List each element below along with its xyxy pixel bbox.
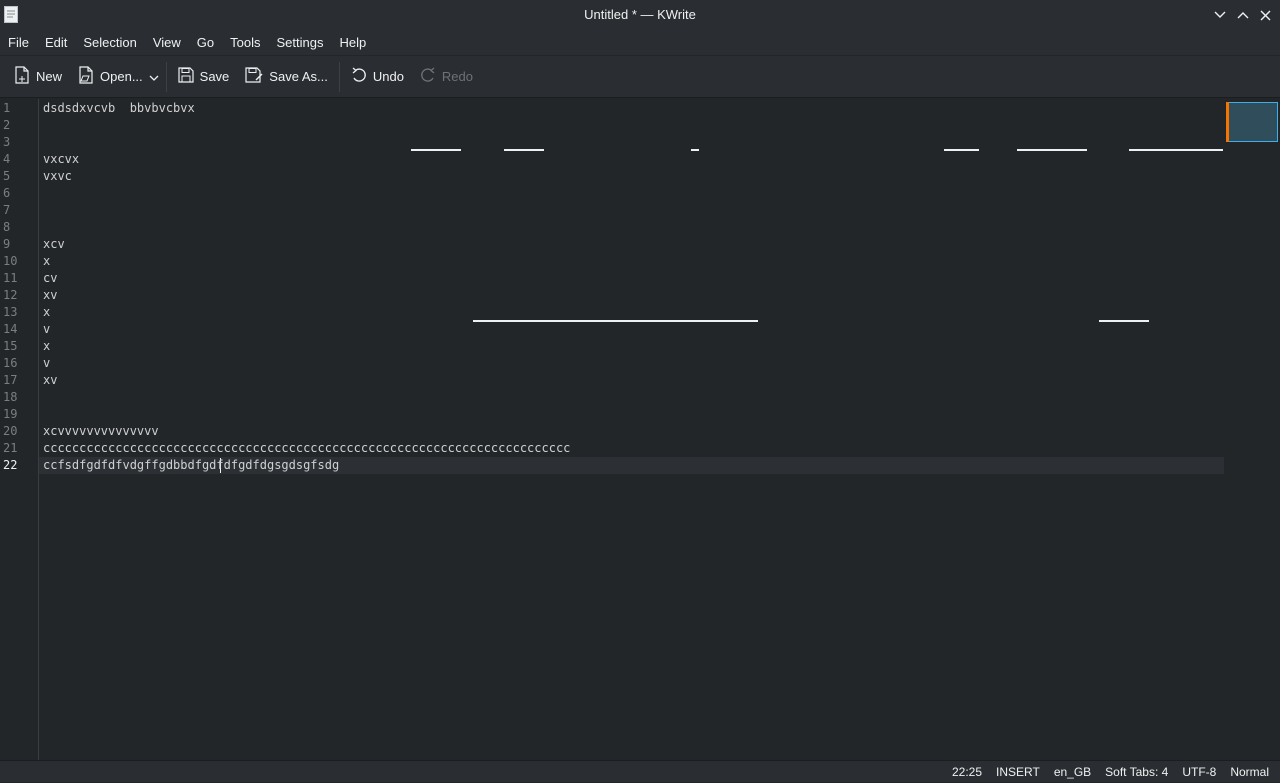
open-recent-dropdown[interactable] <box>147 62 161 92</box>
line-number[interactable]: 13 <box>0 304 33 321</box>
code-line[interactable]: xv <box>43 372 57 389</box>
menu-go[interactable]: Go <box>189 30 222 55</box>
save-button-label: Save <box>199 69 230 84</box>
undo-button-label: Undo <box>372 69 404 84</box>
render-artifact <box>1129 149 1223 151</box>
text-area[interactable]: dsdsdxvcvb bbvbvcbvx vxcvx vxvc xcv x cv xv x v x… <box>39 99 1224 760</box>
render-artifact <box>1017 149 1087 151</box>
line-number[interactable]: 8 <box>0 219 33 236</box>
undo-icon <box>351 67 367 86</box>
status-bar: 22:25 INSERT en_GB Soft Tabs: 4 UTF-8 No… <box>0 760 1280 782</box>
line-number[interactable]: 18 <box>0 389 33 406</box>
code-line[interactable]: x <box>43 253 50 270</box>
line-number[interactable]: 2 <box>0 117 33 134</box>
save-as-button[interactable]: Save As... <box>237 62 336 92</box>
minimap-modified-marker <box>1226 102 1229 142</box>
render-artifact <box>411 149 461 151</box>
code-line[interactable]: xcvvvvvvvvvvvvvv <box>43 423 159 440</box>
code-line[interactable]: cccccccccccccccccccccccccccccccccccccccc… <box>43 440 570 457</box>
line-number[interactable]: 21 <box>0 440 33 457</box>
new-button-label: New <box>36 69 63 84</box>
code-line[interactable]: cv <box>43 270 57 287</box>
code-line[interactable]: x <box>43 304 50 321</box>
line-number[interactable]: 1 <box>0 100 33 117</box>
line-number[interactable]: 5 <box>0 168 33 185</box>
line-number[interactable]: 12 <box>0 287 33 304</box>
save-button[interactable]: Save <box>170 62 238 92</box>
menu-selection[interactable]: Selection <box>75 30 144 55</box>
menu-help[interactable]: Help <box>331 30 374 55</box>
cursor-position[interactable]: 22:25 <box>945 761 989 783</box>
line-number[interactable]: 15 <box>0 338 33 355</box>
editor-view[interactable]: 1 2 3 4 5 6 7 8 9 10 11 12 13 14 15 16 17 18 19 20 21 22 dsds… <box>0 99 1280 760</box>
menu-tools[interactable]: Tools <box>222 30 268 55</box>
input-mode-indicator[interactable]: INSERT <box>989 761 1047 783</box>
main-toolbar: New Open... Save Save As... Undo Redo <box>0 56 1280 98</box>
code-line[interactable]: xcv <box>43 236 65 253</box>
line-number-gutter[interactable]: 1 2 3 4 5 6 7 8 9 10 11 12 13 14 15 16 17 18 19 20 21 22 <box>0 99 39 760</box>
line-number[interactable]: 22 <box>0 457 33 474</box>
line-number[interactable]: 11 <box>0 270 33 287</box>
code-line[interactable]: xv <box>43 287 57 304</box>
menu-settings[interactable]: Settings <box>269 30 332 55</box>
code-line[interactable]: ccfsdfgdfdfvdgffgdbbdfgdfdfgdfdgsgdsgfsd… <box>43 457 339 474</box>
redo-button-label: Redo <box>441 69 473 84</box>
line-number[interactable]: 3 <box>0 134 33 151</box>
line-number[interactable]: 14 <box>0 321 33 338</box>
open-button[interactable]: Open... <box>70 62 151 92</box>
redo-icon <box>420 67 436 86</box>
encoding-selector[interactable]: UTF-8 <box>1175 761 1223 783</box>
menu-view[interactable]: View <box>145 30 189 55</box>
toolbar-separator <box>338 61 340 92</box>
render-artifact <box>504 149 544 151</box>
open-document-icon <box>78 66 94 87</box>
save-as-button-label: Save As... <box>269 69 328 84</box>
new-document-icon <box>14 66 30 87</box>
save-as-icon <box>245 67 263 86</box>
render-artifact <box>473 320 758 322</box>
code-line[interactable]: vxvc <box>43 168 72 185</box>
window-title: Untitled * — KWrite <box>584 7 696 22</box>
undo-button[interactable]: Undo <box>343 62 412 92</box>
dictionary-language[interactable]: en_GB <box>1047 761 1098 783</box>
line-number[interactable]: 16 <box>0 355 33 372</box>
line-number[interactable]: 4 <box>0 151 33 168</box>
minimap[interactable] <box>1226 99 1280 760</box>
maximize-icon[interactable] <box>1234 7 1251 24</box>
line-number[interactable]: 20 <box>0 423 33 440</box>
line-number[interactable]: 19 <box>0 406 33 423</box>
code-line[interactable]: x <box>43 338 50 355</box>
code-line[interactable]: dsdsdxvcvb bbvbvcbvx <box>43 100 195 117</box>
render-artifact <box>1099 320 1149 322</box>
line-number[interactable]: 6 <box>0 185 33 202</box>
chevron-down-icon <box>149 69 159 84</box>
minimap-viewport[interactable] <box>1226 102 1278 142</box>
line-number[interactable]: 10 <box>0 253 33 270</box>
code-line[interactable]: vxcvx <box>43 151 79 168</box>
code-line[interactable]: v <box>43 321 50 338</box>
redo-button[interactable]: Redo <box>412 62 481 92</box>
code-line[interactable]: v <box>43 355 50 372</box>
title-bar: Untitled * — KWrite <box>0 0 1280 30</box>
close-icon[interactable] <box>1257 7 1274 24</box>
toolbar-separator <box>165 61 167 92</box>
line-number[interactable]: 17 <box>0 372 33 389</box>
line-number[interactable]: 7 <box>0 202 33 219</box>
open-button-label: Open... <box>100 69 143 84</box>
line-number[interactable]: 9 <box>0 236 33 253</box>
menu-edit[interactable]: Edit <box>37 30 75 55</box>
editing-mode-selector[interactable]: Normal <box>1223 761 1276 783</box>
menu-file[interactable]: File <box>0 30 37 55</box>
minimize-icon[interactable] <box>1211 7 1228 24</box>
new-button[interactable]: New <box>6 62 70 92</box>
menu-bar: File Edit Selection View Go Tools Settin… <box>0 30 1280 55</box>
indentation-settings[interactable]: Soft Tabs: 4 <box>1098 761 1175 783</box>
render-artifact <box>691 149 699 151</box>
render-artifact <box>944 149 979 151</box>
save-icon <box>178 67 194 86</box>
